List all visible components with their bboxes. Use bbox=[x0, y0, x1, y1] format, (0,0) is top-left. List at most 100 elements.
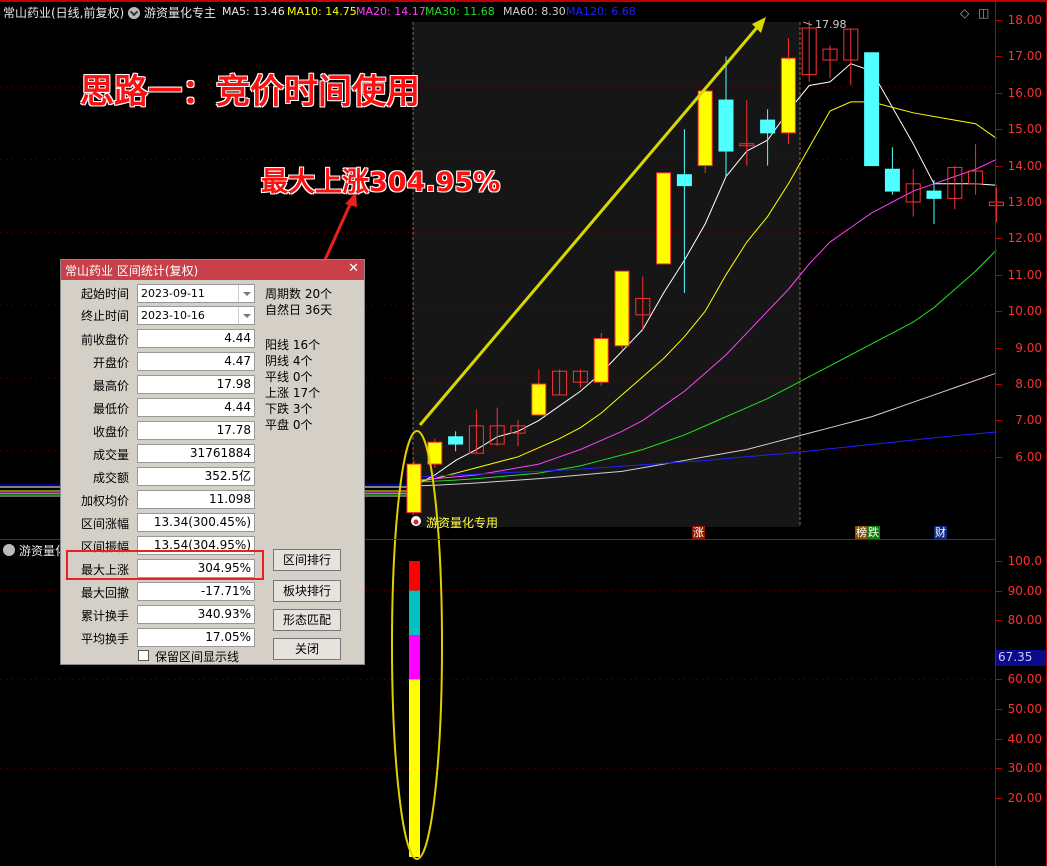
dialog-header[interactable]: 常山药业 区间统计(复权) ✕ bbox=[61, 260, 364, 280]
price-tick-label: 18.00 bbox=[1007, 13, 1042, 27]
stat-row-value: 4.47 bbox=[137, 352, 255, 371]
current-value-marker: 67.35 bbox=[996, 649, 1046, 666]
indicator-name[interactable]: 游资量化专主 bbox=[144, 4, 216, 21]
stat-row-label: 成交量 bbox=[92, 448, 129, 462]
stat-row-value: 17.05% bbox=[137, 628, 255, 647]
badge-rise[interactable]: 涨 bbox=[692, 526, 705, 539]
signal-bar-segment bbox=[409, 635, 420, 680]
keep-interval-lines-label: 保留区间显示线 bbox=[155, 650, 240, 664]
close-button[interactable]: 关闭 bbox=[273, 638, 341, 660]
close-icon[interactable]: ✕ bbox=[348, 261, 359, 276]
stat-row-label: 最高价 bbox=[92, 379, 129, 393]
stat-row-value: 17.98 bbox=[137, 375, 255, 394]
sub-tick bbox=[996, 797, 1002, 799]
end-time-select[interactable]: 2023-10-16 bbox=[137, 306, 255, 325]
stat-row-label: 收盘价 bbox=[92, 425, 129, 439]
stat-row-label: 开盘价 bbox=[92, 356, 129, 370]
price-tick bbox=[996, 238, 1002, 240]
stat-row-label: 加权均价 bbox=[80, 494, 129, 508]
dialog-title: 常山药业 区间统计(复权) bbox=[65, 264, 199, 278]
candle-body bbox=[760, 119, 776, 134]
sub-indicator-dropdown-icon[interactable] bbox=[3, 544, 15, 556]
price-tick bbox=[996, 129, 1002, 131]
interval-stats-dialog: 常山药业 区间统计(复权) ✕ 起始时间 2023-09-11 终止时间 202… bbox=[60, 259, 365, 665]
price-tick bbox=[996, 92, 1002, 94]
stat-row-value: 17.78 bbox=[137, 421, 255, 440]
price-tick-label: 16.00 bbox=[1007, 85, 1042, 100]
stat-row-value: 4.44 bbox=[137, 329, 255, 348]
price-tick-label: 6.00 bbox=[1015, 449, 1042, 464]
ma120-label: MA120: 6.68 bbox=[566, 5, 636, 18]
stat-row-label: 最大回撤 bbox=[80, 586, 129, 600]
sub-tick-label: 50.00 bbox=[1007, 702, 1042, 716]
candle-body bbox=[656, 172, 672, 265]
stat-summary: 周期数 20个 bbox=[265, 287, 333, 301]
candle-body bbox=[864, 52, 880, 167]
end-time-label: 终止时间 bbox=[80, 309, 129, 323]
price-tick-label: 9.00 bbox=[1015, 340, 1042, 355]
price-tick-label: 17.00 bbox=[1007, 49, 1042, 64]
pattern-match-button[interactable]: 形态匹配 bbox=[273, 609, 341, 631]
sub-tick-label: 80.00 bbox=[1007, 613, 1042, 628]
sub-tick-label: 40.00 bbox=[1007, 731, 1042, 746]
stat-row-value: -17.71% bbox=[137, 582, 255, 601]
chevron-down-icon[interactable] bbox=[238, 285, 254, 302]
panel-toggle-icon[interactable]: ◫ bbox=[978, 6, 989, 20]
ma30-label: MA30: 11.68 bbox=[425, 5, 495, 18]
price-tick-label: 10.00 bbox=[1007, 304, 1042, 319]
stat-row-value: 4.44 bbox=[137, 398, 255, 417]
sub-tick-label: 100.0 bbox=[1007, 554, 1042, 568]
chevron-down-icon[interactable] bbox=[238, 307, 254, 324]
stat-summary: 阳线 16个 bbox=[265, 338, 321, 352]
indicator-dropdown-icon[interactable] bbox=[128, 7, 140, 19]
sub-panel-title: 游资量化 bbox=[3, 542, 67, 559]
stat-row-value: 352.5亿 bbox=[137, 467, 255, 486]
stat-summary: 阴线 4个 bbox=[265, 354, 313, 368]
price-tick-label: 7.00 bbox=[1015, 413, 1042, 428]
badge-fall[interactable]: 跌 bbox=[867, 526, 880, 539]
stat-summary: 上涨 17个 bbox=[265, 386, 321, 400]
candle-body bbox=[614, 270, 630, 347]
candle-body bbox=[884, 168, 900, 192]
interval-rank-button[interactable]: 区间排行 bbox=[273, 549, 341, 571]
badge-finance[interactable]: 财 bbox=[934, 526, 947, 539]
signal-bar-segment bbox=[409, 561, 420, 591]
candle-body bbox=[697, 90, 713, 167]
price-tick-label: 11.00 bbox=[1007, 267, 1042, 282]
sub-tick bbox=[996, 590, 1002, 592]
price-tick bbox=[996, 456, 1002, 458]
keep-interval-lines-checkbox[interactable] bbox=[138, 650, 149, 661]
start-time-select[interactable]: 2023-09-11 bbox=[137, 284, 255, 303]
price-tick-label: 8.00 bbox=[1015, 377, 1042, 391]
price-axis: 18.00 17.00 16.00 15.00 14.00 13.00 12.00 11.00… bbox=[995, 0, 1047, 866]
sub-tick bbox=[996, 679, 1002, 681]
candle-body bbox=[718, 99, 734, 152]
sector-rank-button[interactable]: 板块排行 bbox=[273, 580, 341, 602]
stat-row-value: 13.34(300.45%) bbox=[137, 513, 255, 532]
indicator-signal-label: 游资量化专用 bbox=[426, 516, 499, 530]
sub-tick-label: 90.00 bbox=[1007, 583, 1042, 598]
high-price-label: 17.98 bbox=[815, 18, 847, 31]
candle-body bbox=[780, 57, 796, 134]
stat-row-value: 31761884 bbox=[137, 444, 255, 463]
candle-body bbox=[676, 174, 692, 187]
price-tick bbox=[996, 56, 1002, 58]
start-time-value: 2023-09-11 bbox=[141, 287, 205, 300]
stock-title: 常山药业(日线,前复权) bbox=[3, 6, 125, 20]
stat-row-label: 成交额 bbox=[92, 471, 129, 485]
ma10-label: MA10: 14.75 bbox=[287, 5, 357, 18]
sub-tick bbox=[996, 738, 1002, 740]
candle-body bbox=[926, 190, 942, 199]
sub-tick bbox=[996, 620, 1002, 622]
stat-row-label: 平均换手 bbox=[80, 632, 129, 646]
price-tick bbox=[996, 384, 1002, 385]
candle-body bbox=[406, 463, 422, 513]
price-tick bbox=[996, 274, 1002, 276]
price-tick bbox=[996, 202, 1002, 203]
max-rise-annotation: 最大上涨304.95% bbox=[261, 167, 501, 198]
stat-row-value: 340.93% bbox=[137, 605, 255, 624]
price-tick-label: 12.00 bbox=[1007, 231, 1042, 246]
sub-tick-label: 30.00 bbox=[1007, 761, 1042, 776]
diamond-icon[interactable]: ◇ bbox=[960, 6, 969, 20]
candle-body bbox=[593, 338, 609, 383]
